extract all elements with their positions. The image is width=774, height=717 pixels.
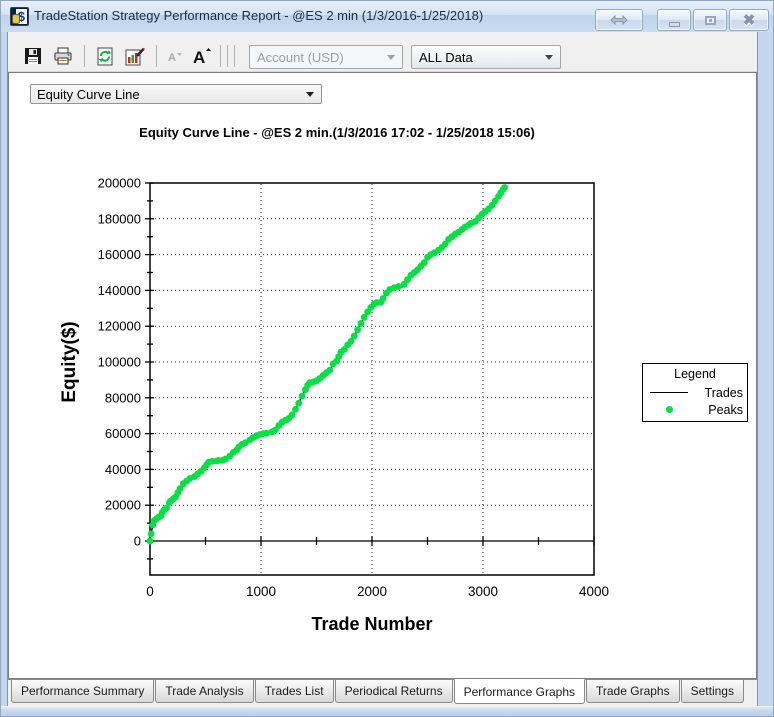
resize-horizontal-icon bbox=[610, 15, 628, 25]
legend-label: Trades bbox=[695, 386, 747, 400]
svg-text:1000: 1000 bbox=[246, 584, 276, 599]
window-bottom-frame bbox=[1, 706, 774, 717]
svg-text:60000: 60000 bbox=[105, 426, 141, 441]
legend-label: Peaks bbox=[695, 403, 747, 417]
refresh-button[interactable] bbox=[94, 45, 116, 67]
tab-trade-graphs[interactable]: Trade Graphs bbox=[586, 680, 680, 703]
frame-edge bbox=[757, 32, 758, 706]
svg-text:2000: 2000 bbox=[357, 584, 387, 599]
chart-legend: Legend Trades Peaks bbox=[642, 363, 748, 422]
increase-font-icon: A bbox=[191, 46, 213, 66]
svg-text:100000: 100000 bbox=[98, 355, 141, 370]
line-sample-icon bbox=[643, 392, 695, 393]
tab-bar: Performance SummaryTrade AnalysisTrades … bbox=[8, 679, 757, 706]
toolbar-separator bbox=[84, 45, 85, 67]
dot-sample-icon bbox=[643, 406, 695, 413]
toolbar-separator bbox=[156, 45, 157, 67]
save-button[interactable] bbox=[22, 45, 44, 67]
resize-horizontal-button[interactable] bbox=[595, 9, 643, 31]
chevron-down-icon bbox=[387, 55, 395, 60]
increase-font-button[interactable]: A bbox=[190, 45, 214, 67]
toolbar-separator bbox=[220, 45, 221, 67]
tab-performance-summary[interactable]: Performance Summary bbox=[11, 680, 154, 703]
tab-trade-analysis[interactable]: Trade Analysis bbox=[155, 680, 253, 703]
tab-performance-graphs[interactable]: Performance Graphs bbox=[454, 679, 585, 704]
chart-title: Equity Curve Line - @ES 2 min.(1/3/2016 … bbox=[57, 125, 617, 140]
window-title: TradeStation Strategy Performance Report… bbox=[34, 8, 483, 23]
svg-text:180000: 180000 bbox=[98, 211, 141, 226]
graph-type-dropdown-value: Equity Curve Line bbox=[37, 87, 140, 102]
tab-trades-list[interactable]: Trades List bbox=[255, 680, 334, 703]
frame-edge bbox=[7, 32, 8, 706]
report-area: Equity Curve Line Equity Curve Line - @E… bbox=[8, 72, 757, 679]
maximize-button[interactable] bbox=[693, 9, 727, 31]
tab-settings[interactable]: Settings bbox=[681, 680, 744, 703]
toolbar: A A Account (USD) ALL Data bbox=[8, 32, 757, 72]
legend-rows: Trades Peaks bbox=[643, 384, 747, 418]
account-dropdown-value: Account (USD) bbox=[257, 50, 344, 65]
toolbar-separator bbox=[234, 45, 235, 67]
maximize-icon bbox=[705, 16, 716, 25]
svg-text:A: A bbox=[193, 48, 205, 66]
legend-item-trades: Trades bbox=[643, 384, 747, 401]
data-range-dropdown-value: ALL Data bbox=[419, 50, 473, 65]
minimize-button[interactable] bbox=[657, 9, 691, 31]
report-settings-button[interactable] bbox=[124, 45, 146, 67]
toolbar-separator bbox=[227, 45, 228, 67]
svg-text:80000: 80000 bbox=[105, 390, 141, 405]
report-settings-icon bbox=[125, 47, 145, 66]
refresh-icon bbox=[96, 47, 114, 66]
print-icon bbox=[53, 47, 73, 65]
app-icon: $ bbox=[10, 7, 29, 26]
save-icon bbox=[24, 47, 42, 65]
app-window: $ TradeStation Strategy Performance Repo… bbox=[0, 0, 774, 717]
legend-item-peaks: Peaks bbox=[643, 401, 747, 418]
svg-text:A: A bbox=[168, 52, 176, 64]
chevron-down-icon bbox=[545, 55, 553, 60]
svg-text:140000: 140000 bbox=[98, 283, 141, 298]
decrease-font-button[interactable]: A bbox=[164, 45, 184, 67]
svg-text:Trade Number: Trade Number bbox=[311, 614, 432, 634]
svg-text:Equity($): Equity($) bbox=[59, 321, 80, 402]
close-icon: ✖ bbox=[743, 11, 756, 29]
minimize-icon bbox=[669, 22, 680, 27]
chevron-down-icon bbox=[306, 92, 314, 97]
svg-text:120000: 120000 bbox=[98, 319, 141, 334]
data-range-dropdown[interactable]: ALL Data bbox=[411, 45, 561, 69]
tab-periodical-returns[interactable]: Periodical Returns bbox=[335, 680, 453, 703]
print-button[interactable] bbox=[52, 45, 74, 67]
svg-text:0: 0 bbox=[134, 534, 141, 549]
database-icon bbox=[12, 14, 20, 24]
svg-text:3000: 3000 bbox=[468, 584, 498, 599]
close-button[interactable]: ✖ bbox=[729, 9, 769, 31]
graph-type-dropdown[interactable]: Equity Curve Line bbox=[30, 84, 322, 104]
equity-chart: 0200004000060000800001000001200001400001… bbox=[57, 152, 632, 662]
svg-text:200000: 200000 bbox=[98, 176, 141, 191]
svg-text:4000: 4000 bbox=[579, 584, 609, 599]
legend-title: Legend bbox=[643, 364, 747, 384]
account-dropdown[interactable]: Account (USD) bbox=[249, 45, 403, 69]
svg-text:0: 0 bbox=[146, 584, 154, 599]
svg-text:20000: 20000 bbox=[105, 498, 141, 513]
svg-text:40000: 40000 bbox=[105, 462, 141, 477]
decrease-font-icon: A bbox=[165, 47, 183, 65]
title-bar: $ TradeStation Strategy Performance Repo… bbox=[1, 1, 774, 32]
svg-text:160000: 160000 bbox=[98, 247, 141, 262]
